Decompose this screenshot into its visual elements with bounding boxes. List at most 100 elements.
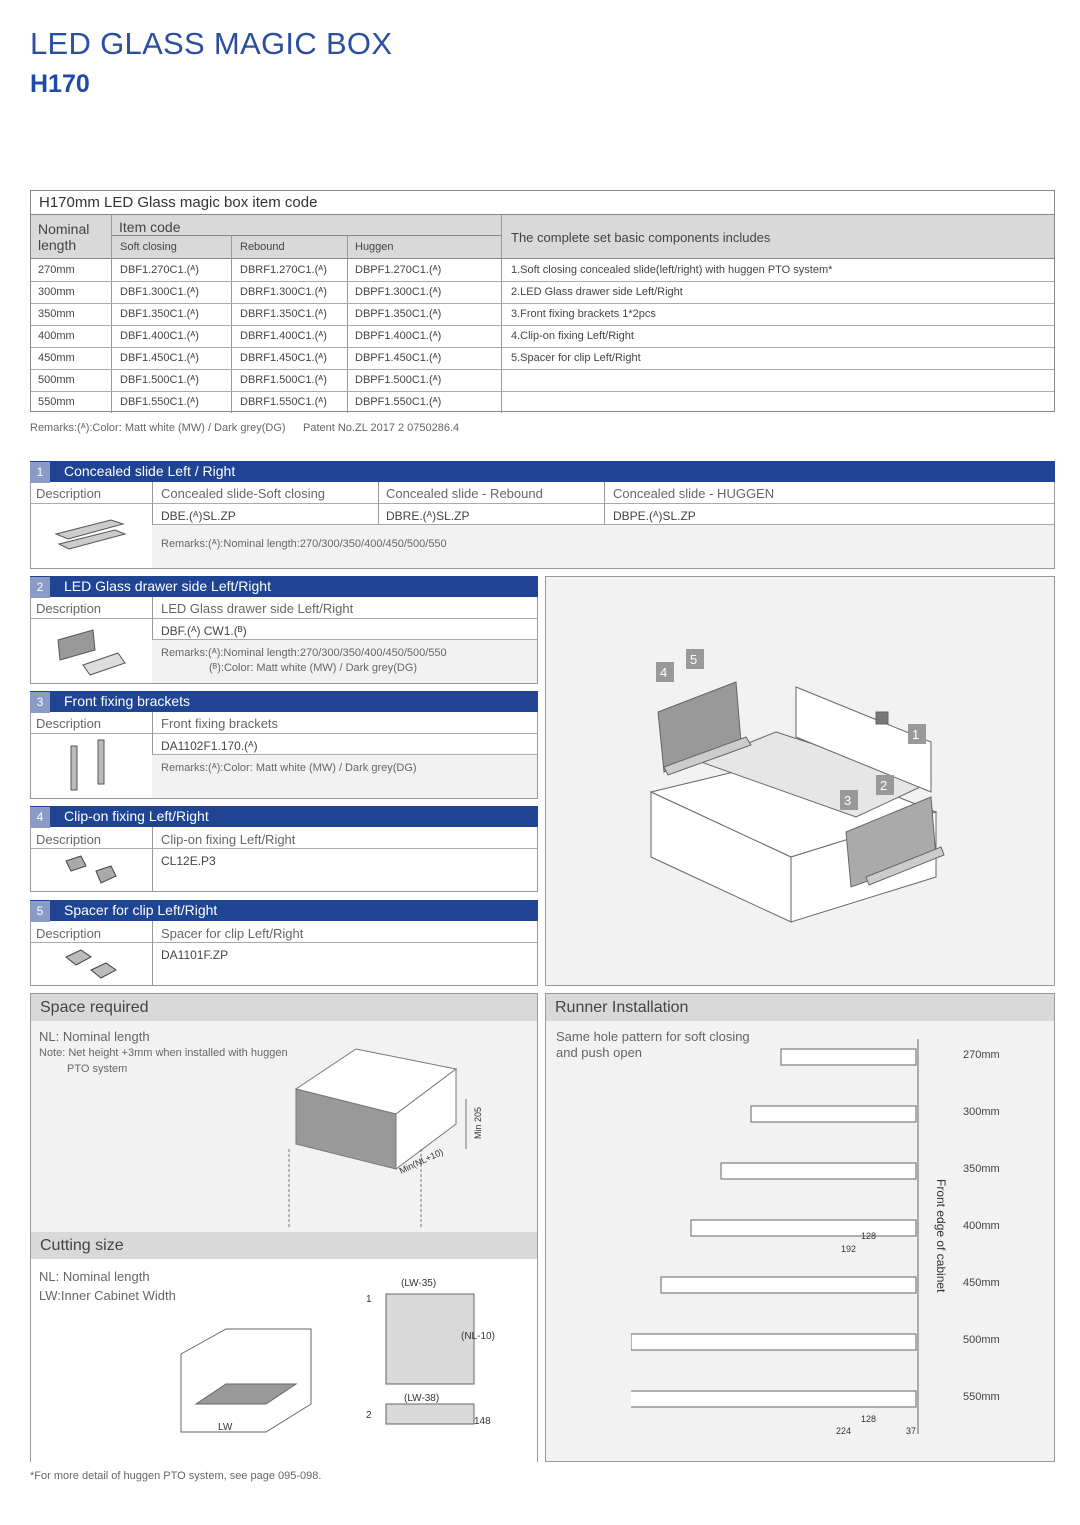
col-components: The complete set basic components includ… [511, 230, 771, 245]
runner-installation-panel: Runner Installation Same hole pattern fo… [545, 993, 1055, 1462]
concealed-slide-icon [54, 519, 127, 550]
space-required-title: Space required [31, 994, 537, 1021]
table-title: H170mm LED Glass magic box item code [31, 191, 1054, 215]
front-bracket-icon [70, 739, 105, 791]
table-cell-soft: DBF1.350C1.(ᴬ) [120, 308, 199, 320]
svg-text:148: 148 [474, 1416, 491, 1427]
exploded-assembly-diagram: 4 5 1 2 3 [649, 649, 945, 923]
table-cell-soft: DBF1.300C1.(ᴬ) [120, 286, 199, 298]
section-3-body: Description Front fixing brackets DA1102… [30, 712, 538, 799]
table-cell-len: 270mm [38, 264, 75, 276]
svg-text:128: 128 [861, 1414, 876, 1424]
section-1-header: 1 Concealed slide Left / Right [30, 461, 1055, 483]
section-1-body: Description Concealed slide-Soft closing… [30, 482, 1055, 569]
table-cell-rebound: DBRF1.300C1.(ᴬ) [240, 286, 327, 298]
runner-size-label: 550mm [963, 1391, 1000, 1403]
section-5-body: Description Spacer for clip Left/Right D… [30, 921, 538, 986]
footer-note: *For more detail of huggen PTO system, s… [30, 1470, 322, 1482]
table-cell-huggen: DBPF1.300C1.(ᴬ) [355, 286, 442, 298]
cutting-size-diagram: (LW-35) (NL-10) (LW-38) 148 LW 1 2 [180, 1278, 495, 1433]
runner-bar [690, 1219, 917, 1237]
runner-bar [660, 1276, 917, 1294]
col-nominal-length: Nominal length [38, 221, 90, 253]
table-cell-rebound: DBRF1.450C1.(ᴬ) [240, 352, 327, 364]
table-cell-huggen: DBPF1.400C1.(ᴬ) [355, 330, 442, 342]
svg-text:128: 128 [861, 1231, 876, 1241]
patent-number: Patent No.ZL 2017 2 0750286.4 [303, 422, 460, 434]
table-cell-len: 450mm [38, 352, 75, 364]
runner-bar [780, 1048, 917, 1066]
runner-size-label: 350mm [963, 1163, 1000, 1175]
section-2-header: 2 LED Glass drawer side Left/Right [30, 576, 538, 598]
section-5-header: 5 Spacer for clip Left/Right [30, 900, 538, 922]
page-subtitle: H170 [30, 70, 90, 98]
drawer-side-icon [57, 629, 126, 676]
svg-text:Min 205: Min 205 [473, 1107, 481, 1139]
table-cell-rebound: DBRF1.350C1.(ᴬ) [240, 308, 327, 320]
runner-bar [720, 1162, 917, 1180]
runner-size-label: 300mm [963, 1106, 1000, 1118]
runner-size-label: 400mm [963, 1220, 1000, 1232]
svg-text:1: 1 [912, 727, 919, 742]
table-cell-huggen: DBPF1.550C1.(ᴬ) [355, 396, 442, 408]
runner-size-label: 500mm [963, 1334, 1000, 1346]
table-cell-soft: DBF1.500C1.(ᴬ) [120, 374, 199, 386]
item-code-table: H170mm LED Glass magic box item code Nom… [30, 190, 1055, 413]
table-cell-comp: 4.Clip-on fixing Left/Right [511, 330, 634, 342]
runner-size-label: 270mm [963, 1049, 1000, 1061]
table-cell-len: 350mm [38, 308, 75, 320]
section-3-header: 3 Front fixing brackets [30, 691, 538, 713]
table-cell-soft: DBF1.270C1.(ᴬ) [120, 264, 199, 276]
svg-text:(LW-35): (LW-35) [401, 1278, 436, 1289]
section-2-body: Description LED Glass drawer side Left/R… [30, 597, 538, 684]
runner-installation-title: Runner Installation [546, 994, 1054, 1021]
table-cell-comp: 5.Spacer for clip Left/Right [511, 352, 641, 364]
clip-on-fixing-icon [65, 855, 117, 884]
table-cell-huggen: DBPF1.500C1.(ᴬ) [355, 374, 442, 386]
table-cell-len: 500mm [38, 374, 75, 386]
table-cell-rebound: DBRF1.500C1.(ᴬ) [240, 374, 327, 386]
table-cell-huggen: DBPF1.270C1.(ᴬ) [355, 264, 442, 276]
table-cell-comp: 3.Front fixing brackets 1*2pcs [511, 308, 656, 320]
spacer-clip-icon [65, 949, 117, 979]
space-required-diagram: Min 205 Min(NL+10) [288, 1048, 481, 1229]
col-item-code: Item code [119, 219, 181, 235]
table-cell-rebound: DBRF1.550C1.(ᴬ) [240, 396, 327, 408]
runner-bar [631, 1333, 917, 1351]
table-cell-comp: 1.Soft closing concealed slide(left/righ… [511, 264, 833, 276]
cutting-size-title: Cutting size [31, 1232, 537, 1259]
table-remarks: Remarks:(ᴬ):Color: Matt white (MW) / Dar… [30, 422, 286, 434]
exploded-view-panel: 4 5 1 2 3 [545, 576, 1055, 986]
svg-text:37: 37 [906, 1426, 916, 1436]
section-4-header: 4 Clip-on fixing Left/Right [30, 806, 538, 828]
svg-text:192: 192 [841, 1244, 856, 1254]
table-cell-len: 550mm [38, 396, 75, 408]
space-required-panel: Space required NL: Nominal length Note: … [30, 993, 538, 1462]
svg-text:LW: LW [218, 1422, 233, 1433]
svg-text:(NL-10): (NL-10) [461, 1331, 495, 1342]
col-soft-closing: Soft closing [120, 241, 177, 253]
svg-text:5: 5 [690, 652, 697, 667]
table-cell-rebound: DBRF1.270C1.(ᴬ) [240, 264, 327, 276]
runner-size-label: 450mm [963, 1277, 1000, 1289]
svg-text:2: 2 [366, 1410, 372, 1421]
table-cell-len: 400mm [38, 330, 75, 342]
table-cell-len: 300mm [38, 286, 75, 298]
svg-text:1: 1 [366, 1294, 372, 1305]
table-cell-soft: DBF1.550C1.(ᴬ) [120, 396, 199, 408]
col-huggen: Huggen [355, 241, 394, 253]
table-cell-soft: DBF1.450C1.(ᴬ) [120, 352, 199, 364]
table-cell-soft: DBF1.400C1.(ᴬ) [120, 330, 199, 342]
runner-bar [750, 1105, 917, 1123]
table-cell-rebound: DBRF1.400C1.(ᴬ) [240, 330, 327, 342]
runner-diagram: 128 192 128 224 37 [631, 1039, 919, 1436]
front-edge-label: Front edge of cabinet [934, 1179, 948, 1293]
svg-text:(LW-38): (LW-38) [404, 1393, 439, 1404]
svg-text:4: 4 [660, 665, 667, 680]
table-cell-huggen: DBPF1.350C1.(ᴬ) [355, 308, 442, 320]
table-cell-comp: 2.LED Glass drawer side Left/Right [511, 286, 683, 298]
section-4-body: Description Clip-on fixing Left/Right CL… [30, 827, 538, 892]
svg-text:224: 224 [836, 1426, 851, 1436]
col-rebound: Rebound [240, 241, 285, 253]
svg-text:3: 3 [844, 793, 851, 808]
